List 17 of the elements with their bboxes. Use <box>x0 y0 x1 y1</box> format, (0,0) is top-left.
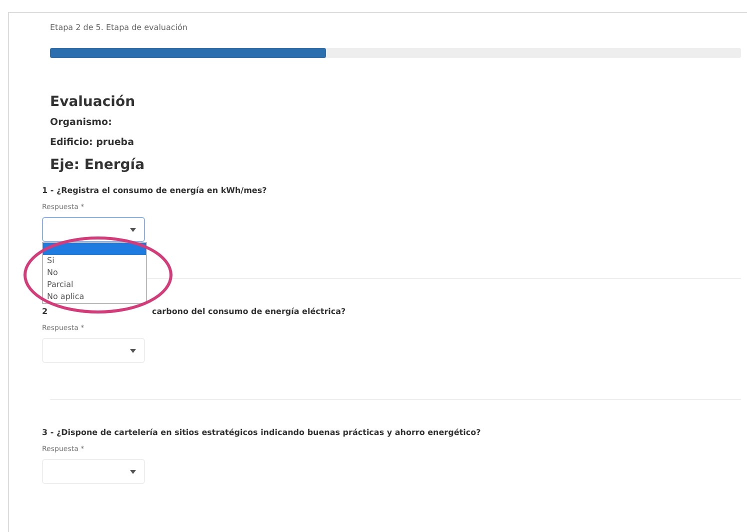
question-text: 1 - ¿Registra el consumo de energía en kWh/mes? <box>42 186 267 195</box>
caret-icon <box>130 470 136 474</box>
dropdown-option[interactable]: Si <box>43 255 146 267</box>
page-title: Evaluación <box>50 94 136 110</box>
organism-label: Organismo: <box>50 117 113 128</box>
answer-select[interactable] <box>42 217 145 242</box>
question-number: 2 <box>42 307 49 316</box>
axis-heading: Eje: Energía <box>50 157 146 173</box>
dropdown-option[interactable]: No aplica <box>43 291 146 303</box>
caret-icon <box>130 348 136 352</box>
dropdown-option[interactable]: Parcial <box>43 279 146 291</box>
dropdown-option[interactable]: No <box>43 267 146 279</box>
question-text: 3 - ¿Dispone de cartelería en sitios estratégicos indicando buenas prácticas y ahorro energético? <box>42 428 481 437</box>
question-text: carbono del consumo de energía eléctrica? <box>152 307 346 316</box>
caret-icon <box>130 228 136 232</box>
building-label: Edificio: prueba <box>50 137 136 148</box>
step-label: Etapa 2 de 5. Etapa de evaluación <box>50 23 188 32</box>
